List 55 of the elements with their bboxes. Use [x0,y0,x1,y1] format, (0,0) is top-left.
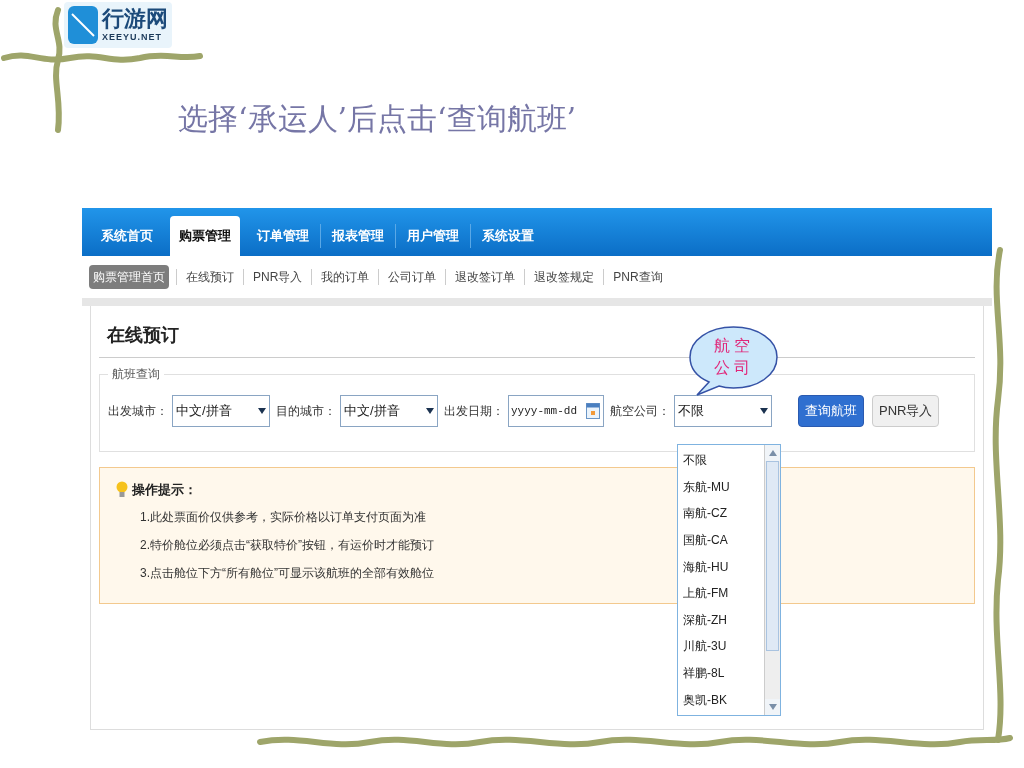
subnav-link[interactable]: 我的订单 [319,265,372,289]
dropdown-option[interactable]: 东航-MU [683,473,730,501]
subnav-link[interactable]: 退改签订单 [453,265,518,289]
tip-text: 3.点击舱位下方“所有舱位”可显示该航班的全部有效舱位 [140,564,434,582]
select-field[interactable]: 中文/拼音 [172,395,270,427]
field-label: 目的城市： [276,403,336,420]
dropdown-option[interactable]: 深航-ZH [683,606,727,634]
logo-icon [68,6,98,44]
callout-text: 航空 [713,335,754,357]
tips-title: 操作提示： [132,481,197,499]
tip-text: 1.此处票面价仅供参考，实际价格以订单支付页面为准 [140,508,426,526]
fieldset-legend: 航班查询 [108,365,164,383]
field-label: 出发城市： [108,403,168,420]
scroll-up-icon[interactable] [768,450,777,456]
field-label: 出发日期： [444,403,504,420]
field-label: 航空公司： [610,403,670,420]
dropdown-option[interactable]: 南航-CZ [683,500,727,527]
dropdown-option[interactable]: 国航-CA [683,526,728,554]
scrollbar[interactable] [764,445,780,715]
logo-name: 行游网 [102,8,168,30]
subnav-link[interactable]: PNR导入 [251,265,305,289]
subnav-link[interactable]: 在线预订 [184,265,236,289]
dropdown-arrow-icon [258,408,266,414]
callout-text: 公司 [713,357,754,379]
dropdown-option[interactable]: 祥鹏-8L [683,659,725,687]
nav-tab[interactable]: 订单管理 [248,216,318,256]
select-field[interactable]: 中文/拼音 [340,395,438,427]
dropdown-option[interactable]: 不限 [683,447,707,474]
dropdown-option[interactable]: 海航-HU [683,553,729,580]
nav-tab[interactable]: 用户管理 [398,216,468,256]
lightbulb-icon [116,480,128,499]
scrollbar-thumb[interactable] [766,461,779,651]
calendar-icon[interactable] [586,403,600,419]
scroll-down-icon[interactable] [768,704,777,710]
subnav-link[interactable]: 购票管理首页 [89,265,169,289]
nav-tab[interactable]: 购票管理 [170,216,240,256]
dropdown-arrow-icon [426,408,434,414]
nav-tab[interactable]: 报表管理 [323,216,393,256]
dropdown-option[interactable]: 上航-FM [683,579,729,607]
nav-tab[interactable]: 系统设置 [473,216,543,256]
slide-title: 选择‘承运人’后点击‘查询航班’ [178,100,577,138]
page-title: 在线预订 [106,324,179,347]
select-field[interactable]: 不限 [674,395,772,427]
logo-domain: XEEYU.NET [102,33,163,42]
import-button[interactable]: PNR导入 [872,395,940,427]
search-flights-button[interactable]: 查询航班 [798,395,864,427]
subnav-link[interactable]: PNR查询 [611,265,665,289]
subnav-link[interactable]: 退改签规定 [532,265,597,289]
dropdown-option[interactable]: 奥凯-BK [683,686,727,713]
nav-tab[interactable]: 系统首页 [92,216,162,256]
date-field[interactable]: yyyy-mm-dd [508,395,604,427]
dropdown-arrow-icon [760,408,768,414]
dropdown-option[interactable]: 川航-3U [683,633,727,660]
subnav-link[interactable]: 公司订单 [386,265,439,289]
tip-text: 2.特价舱位必须点击“获取特价”按钮，有运价时才能预订 [140,536,434,554]
